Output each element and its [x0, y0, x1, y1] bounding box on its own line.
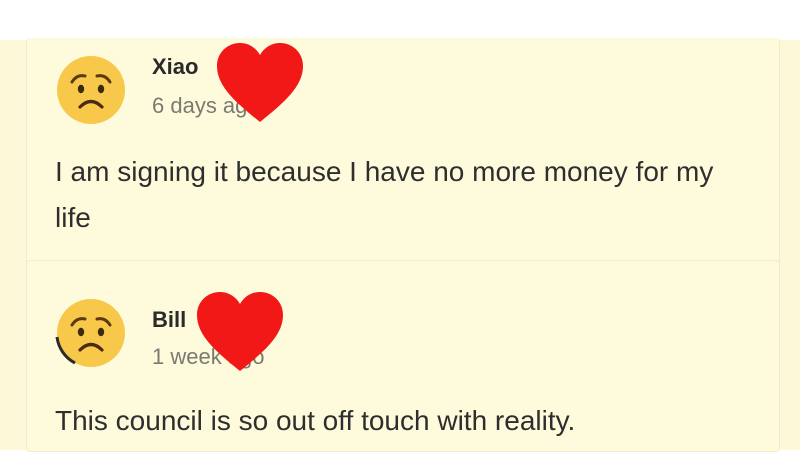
worried-face-emoji-icon [55, 297, 127, 369]
worried-face-emoji-icon [55, 54, 127, 126]
red-heart-icon [195, 291, 285, 373]
comment-text: I am signing it because I have no more m… [55, 156, 714, 233]
comment-author-name[interactable]: Bill [152, 307, 186, 333]
comment-text: This council is so out off touch with re… [55, 405, 576, 436]
comment-card: Xiao an 6 days ago I am signing it becau… [26, 38, 780, 279]
red-heart-icon [215, 42, 305, 124]
comments-feed: Xiao an 6 days ago I am signing it becau… [0, 38, 800, 452]
comment-card: Bill 1 week ago This council is so out o… [26, 260, 780, 452]
